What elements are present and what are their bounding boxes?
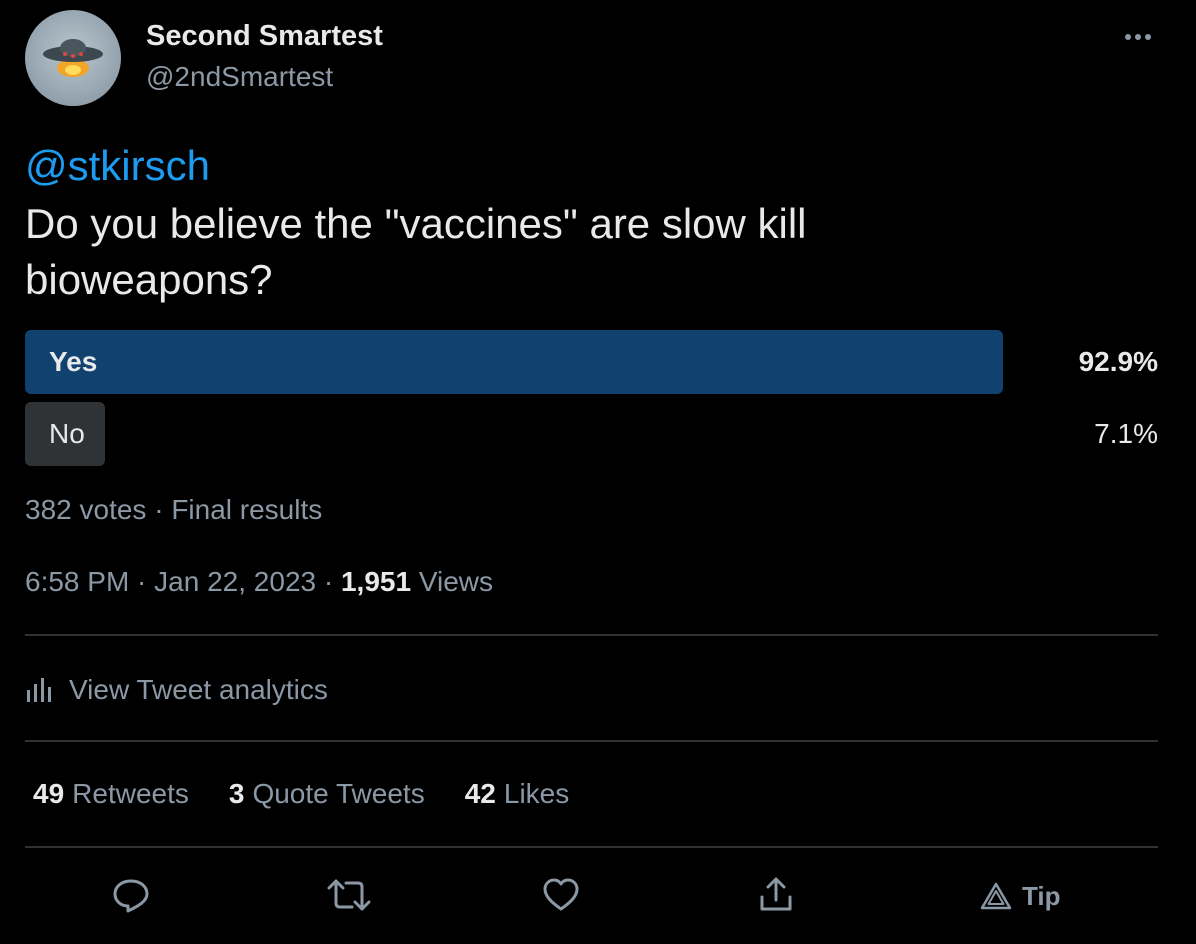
- reply-icon: [113, 879, 149, 913]
- engagement-stats: 49 Retweets 3 Quote Tweets 42 Likes: [33, 778, 609, 810]
- tweet-time[interactable]: 6:58 PM: [25, 566, 129, 597]
- tip-icon: [980, 882, 1012, 910]
- ufo-avatar-image: [43, 39, 103, 77]
- like-button[interactable]: [538, 872, 584, 918]
- divider: [25, 740, 1158, 742]
- poll-vote-count: 382 votes: [25, 494, 147, 525]
- likes-label: Likes: [503, 778, 570, 809]
- poll-summary: 382 votes · Final results: [25, 494, 322, 526]
- views-label: Views: [411, 566, 494, 597]
- like-icon: [543, 878, 579, 911]
- poll-option-percent: 92.9%: [1078, 346, 1158, 377]
- divider: [25, 846, 1158, 848]
- analytics-label: View Tweet analytics: [69, 674, 328, 705]
- poll-bar: [25, 330, 1003, 394]
- tweet-text: Do you believe the "vaccines" are slow k…: [25, 200, 807, 303]
- quote-tweets-stat[interactable]: 3 Quote Tweets: [229, 778, 425, 810]
- tip-button[interactable]: Tip: [980, 876, 1061, 916]
- divider: [25, 634, 1158, 636]
- mention-link[interactable]: @stkirsch: [25, 142, 210, 190]
- tip-label: Tip: [1022, 880, 1061, 911]
- poll-option: No 7.1%: [25, 402, 1158, 466]
- author-handle[interactable]: @2ndSmartest: [146, 61, 333, 93]
- share-icon: [760, 877, 792, 911]
- reply-button[interactable]: [108, 872, 154, 918]
- poll-status: Final results: [171, 494, 323, 525]
- retweets-label: Retweets: [72, 778, 189, 809]
- view-analytics-link[interactable]: View Tweet analytics: [25, 670, 328, 710]
- poll-option-label: Yes: [49, 346, 98, 377]
- poll-option-percent: 7.1%: [1094, 418, 1158, 449]
- tweet-timestamp: 6:58 PM · Jan 22, 2023 · 1,951 Views: [25, 566, 493, 598]
- bar-chart-icon: [25, 676, 55, 704]
- more-options-button[interactable]: [1118, 22, 1158, 52]
- likes-stat[interactable]: 42 Likes: [465, 778, 570, 810]
- retweets-count: 49: [33, 778, 65, 809]
- separator: ·: [146, 494, 172, 525]
- share-button[interactable]: [753, 872, 799, 918]
- poll-option-label: No: [49, 418, 85, 449]
- separator: ·: [129, 566, 155, 597]
- retweets-stat[interactable]: 49 Retweets: [33, 778, 189, 810]
- quote-tweets-count: 3: [228, 778, 245, 809]
- separator: ·: [316, 566, 341, 597]
- views-count: 1,951: [340, 566, 412, 597]
- likes-count: 42: [464, 778, 496, 809]
- poll-option: Yes 92.9%: [25, 330, 1158, 394]
- quote-tweets-label: Quote Tweets: [252, 778, 425, 809]
- more-dot-icon: [1135, 34, 1141, 40]
- retweet-button[interactable]: [326, 872, 372, 918]
- avatar[interactable]: [25, 10, 121, 106]
- more-dot-icon: [1145, 34, 1151, 40]
- tweet-date[interactable]: Jan 22, 2023: [154, 566, 316, 597]
- more-dot-icon: [1125, 34, 1131, 40]
- author-display-name[interactable]: Second Smartest: [146, 20, 383, 53]
- retweet-icon: [327, 879, 371, 911]
- tweet: Second Smartest @2ndSmartest @stkirsch D…: [0, 0, 1196, 944]
